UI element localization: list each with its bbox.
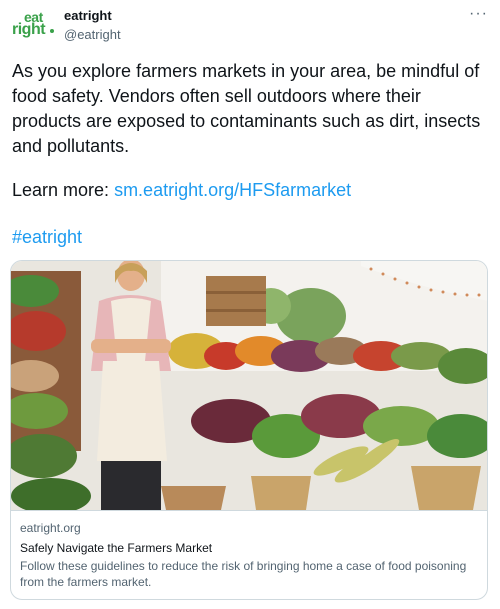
hashtag-line: #eatright — [12, 225, 82, 250]
card-image[interactable] — [11, 261, 488, 510]
learn-more-line: Learn more: sm.eatright.org/HFSfarmarket — [12, 178, 488, 203]
card-description: Follow these guidelines to reduce the ri… — [20, 559, 467, 589]
learn-more-label: Learn more: — [12, 180, 115, 200]
avatar-logo-dot — [50, 29, 54, 33]
link-card[interactable]: eatright.org Safely Navigate the Farmers… — [10, 260, 488, 600]
author-names: eatright @eatright — [64, 8, 121, 44]
tweet-link[interactable]: sm.eatright.org/HFSfarmarket — [114, 180, 351, 200]
tweet-header: eat right eatright @eatright ··· — [12, 6, 488, 48]
hashtag-link[interactable]: #eatright — [12, 227, 82, 247]
tweet-text: As you explore farmers markets in your a… — [12, 61, 481, 156]
tweet: eat right eatright @eatright ··· As you … — [0, 0, 500, 609]
card-domain: eatright.org — [20, 521, 81, 535]
display-name[interactable]: eatright — [64, 8, 121, 24]
handle[interactable]: @eatright — [64, 26, 121, 44]
card-info[interactable]: eatright.org Safely Navigate the Farmers… — [11, 510, 487, 599]
avatar[interactable]: eat right — [12, 8, 56, 48]
card-title: Safely Navigate the Farmers Market — [20, 541, 213, 555]
avatar-logo-line2: right — [12, 21, 46, 38]
more-options-icon[interactable]: ··· — [469, 6, 488, 22]
